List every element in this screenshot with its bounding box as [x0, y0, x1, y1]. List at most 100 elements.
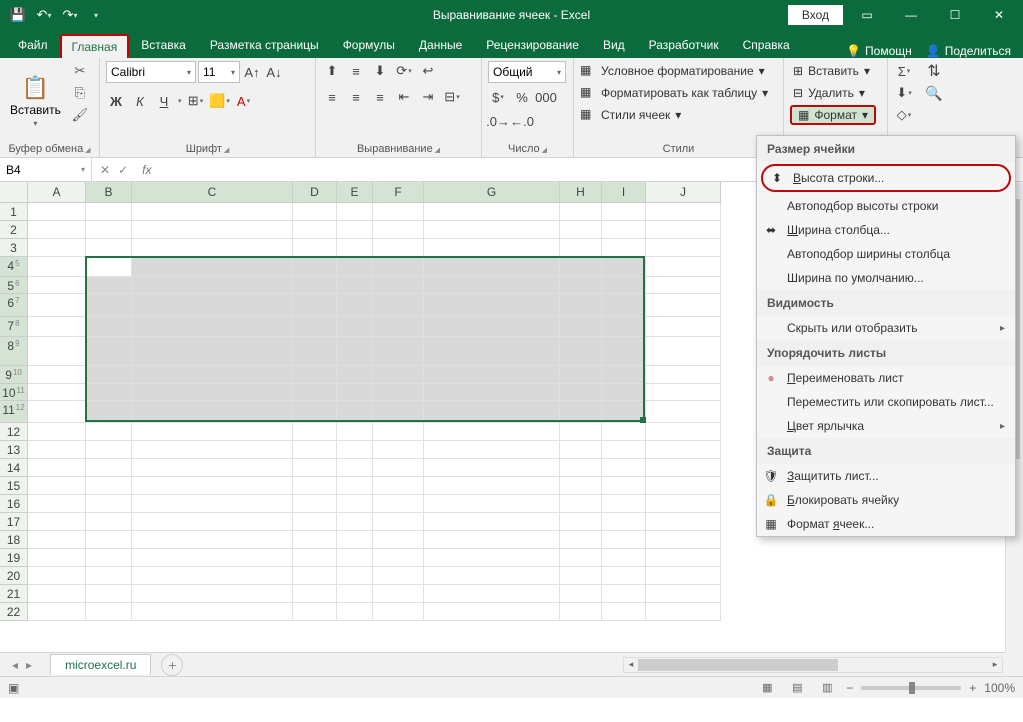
cell[interactable]	[602, 239, 646, 257]
cell[interactable]	[28, 257, 86, 277]
menu-protect-sheet[interactable]: 🛡Защитить лист...	[757, 464, 1015, 488]
cell[interactable]	[132, 459, 293, 477]
tab-review[interactable]: Рецензирование	[474, 32, 591, 58]
row-header-21[interactable]: 21	[0, 585, 28, 603]
col-header-F[interactable]: F	[373, 182, 424, 203]
col-header-J[interactable]: J	[646, 182, 721, 203]
cell[interactable]	[424, 401, 560, 423]
cell[interactable]	[646, 337, 721, 366]
cell[interactable]	[28, 317, 86, 337]
cell[interactable]	[293, 549, 337, 567]
cell[interactable]	[424, 366, 560, 384]
cell[interactable]	[373, 459, 424, 477]
cell[interactable]	[602, 459, 646, 477]
cell[interactable]	[424, 495, 560, 513]
cell[interactable]	[293, 603, 337, 621]
cell[interactable]	[602, 317, 646, 337]
cell[interactable]	[602, 401, 646, 423]
cell[interactable]	[602, 603, 646, 621]
cell[interactable]	[424, 257, 560, 277]
cell[interactable]	[646, 567, 721, 585]
comma-icon[interactable]: 000	[536, 87, 556, 107]
align-right-icon[interactable]: ≡	[370, 87, 390, 107]
cell[interactable]	[132, 366, 293, 384]
cell[interactable]	[86, 567, 132, 585]
cell[interactable]	[28, 294, 86, 317]
wrap-text-icon[interactable]: ↩	[418, 61, 438, 81]
cell[interactable]	[132, 239, 293, 257]
cell[interactable]	[132, 337, 293, 366]
tab-data[interactable]: Данные	[407, 32, 474, 58]
cell[interactable]	[132, 221, 293, 239]
find-icon[interactable]: 🔍	[924, 83, 944, 103]
cell[interactable]	[424, 423, 560, 441]
cell[interactable]	[646, 294, 721, 317]
cell[interactable]	[337, 513, 373, 531]
cell[interactable]	[560, 277, 602, 294]
cut-icon[interactable]: ✂	[69, 61, 91, 81]
delete-cells-button[interactable]: ⊟Удалить ▾	[790, 83, 876, 103]
col-header-G[interactable]: G	[424, 182, 560, 203]
cell[interactable]	[424, 585, 560, 603]
menu-lock-cell[interactable]: 🔒Блокировать ячейку	[757, 488, 1015, 512]
cell[interactable]	[602, 337, 646, 366]
cell[interactable]	[424, 384, 560, 401]
insert-cells-button[interactable]: ⊞Вставить ▾	[790, 61, 876, 81]
format-table-button[interactable]: ▦Форматировать как таблицу ▾	[580, 83, 768, 103]
cell[interactable]	[86, 441, 132, 459]
cell[interactable]	[28, 384, 86, 401]
cell[interactable]	[293, 459, 337, 477]
cell[interactable]	[602, 366, 646, 384]
cell[interactable]	[132, 531, 293, 549]
page-break-icon[interactable]: ▥	[816, 679, 838, 697]
horizontal-scrollbar[interactable]: ◂ ▸	[623, 657, 1003, 673]
cell[interactable]	[560, 531, 602, 549]
cell[interactable]	[373, 567, 424, 585]
menu-hide-unhide[interactable]: Скрыть или отобразить▸	[757, 316, 1015, 340]
cell[interactable]	[293, 203, 337, 221]
cell[interactable]	[28, 441, 86, 459]
cell[interactable]	[337, 337, 373, 366]
maximize-icon[interactable]: ☐	[935, 0, 975, 30]
bold-icon[interactable]: Ж	[106, 91, 126, 111]
cell[interactable]	[424, 221, 560, 239]
cell[interactable]	[28, 366, 86, 384]
cell[interactable]	[373, 495, 424, 513]
cell[interactable]	[132, 549, 293, 567]
cell[interactable]	[28, 549, 86, 567]
cell[interactable]	[293, 257, 337, 277]
cell[interactable]	[293, 567, 337, 585]
row-header-16[interactable]: 16	[0, 495, 28, 513]
format-cells-button[interactable]: ▦Формат ▾	[790, 105, 876, 125]
cell[interactable]	[86, 257, 132, 277]
cell[interactable]	[337, 441, 373, 459]
cell[interactable]	[560, 441, 602, 459]
redo-icon[interactable]: ↷▾	[58, 3, 82, 27]
decrease-font-icon[interactable]: A↓	[264, 62, 284, 82]
cell[interactable]	[132, 477, 293, 495]
cell[interactable]	[373, 221, 424, 239]
cell[interactable]	[28, 477, 86, 495]
cell[interactable]	[132, 603, 293, 621]
cell[interactable]	[373, 441, 424, 459]
increase-font-icon[interactable]: A↑	[242, 62, 262, 82]
cell[interactable]	[373, 366, 424, 384]
cell[interactable]	[293, 441, 337, 459]
select-all-corner[interactable]	[0, 182, 28, 203]
cell[interactable]	[86, 221, 132, 239]
cell[interactable]	[373, 603, 424, 621]
cell[interactable]	[602, 549, 646, 567]
cell[interactable]	[293, 531, 337, 549]
number-format-combo[interactable]: Общий▾	[488, 61, 566, 83]
cell[interactable]	[424, 513, 560, 531]
cell[interactable]	[373, 477, 424, 495]
menu-rename-sheet[interactable]: ●Переименовать лист	[757, 366, 1015, 390]
cell[interactable]	[560, 567, 602, 585]
col-header-B[interactable]: B	[86, 182, 132, 203]
cell[interactable]	[560, 423, 602, 441]
cell[interactable]	[424, 531, 560, 549]
tab-developer[interactable]: Разработчик	[637, 32, 731, 58]
cell[interactable]	[132, 423, 293, 441]
tab-formulas[interactable]: Формулы	[331, 32, 407, 58]
cell[interactable]	[293, 495, 337, 513]
